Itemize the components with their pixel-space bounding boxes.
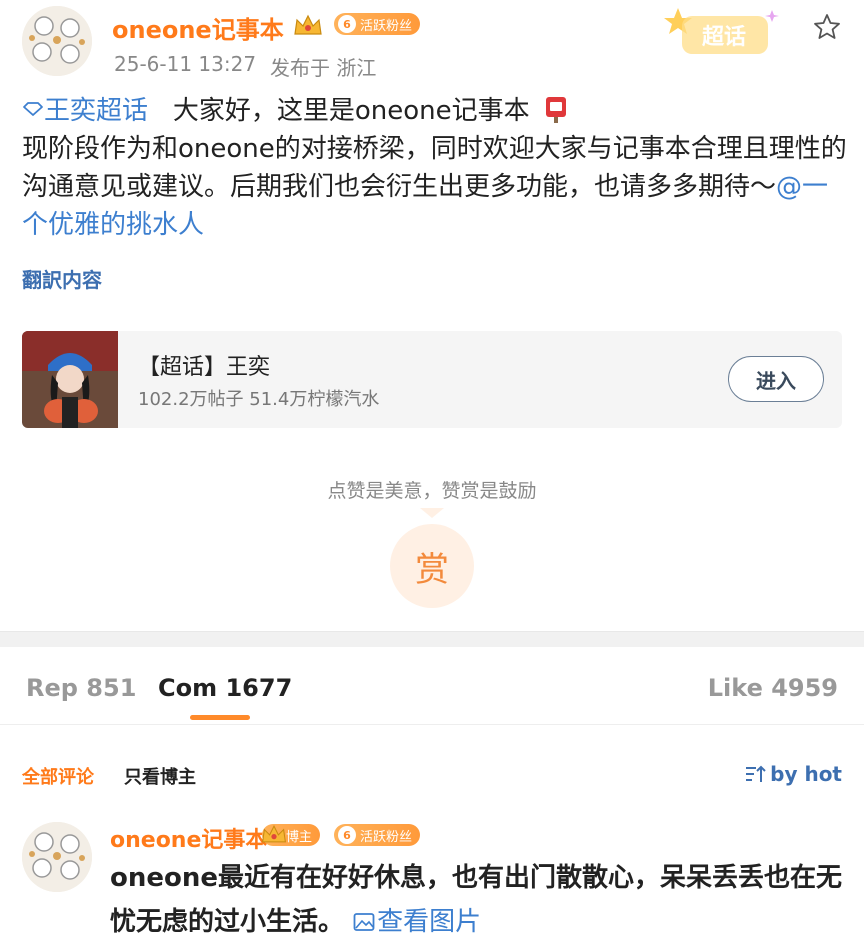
- reward-hint: 点赞是美意，赞赏是鼓励: [327, 480, 537, 502]
- topic-link-label[interactable]: 王奕超话: [44, 96, 148, 126]
- comment-fan-level-number: 6: [338, 826, 356, 844]
- view-picture-link[interactable]: 查看图片: [353, 907, 481, 937]
- comment-author-name[interactable]: oneone记事本: [110, 822, 267, 854]
- tab-likes[interactable]: Like 4959: [708, 674, 838, 702]
- fan-level-number: 6: [338, 15, 356, 33]
- owner-badge-label: 博主: [286, 829, 313, 845]
- supertopic-tag-label: 超话: [702, 25, 746, 50]
- owner-badge: 博主: [262, 824, 321, 846]
- comment-fan-level-badge: 6 活跃粉丝: [334, 824, 421, 846]
- topic-link[interactable]: 王奕超话: [22, 96, 148, 126]
- crown-icon: [262, 824, 286, 843]
- post-body: 王奕超话 大家好，这里是oneone记事本 现阶段作为和oneone的对接桥梁，…: [22, 92, 852, 244]
- tab-comments[interactable]: Com 1677: [158, 674, 292, 702]
- active-tab-indicator: [190, 715, 250, 720]
- crown-icon: [294, 14, 322, 35]
- picture-icon: [353, 913, 375, 931]
- post-line1: 大家好，这里是oneone记事本: [172, 96, 530, 126]
- reward-button[interactable]: 赏: [390, 524, 474, 608]
- sort-button[interactable]: by hot: [744, 762, 842, 786]
- fan-level-label: 活跃粉丝: [360, 18, 413, 34]
- translate-link[interactable]: 翻訳内容: [22, 264, 102, 293]
- comment-fan-level-label: 活跃粉丝: [360, 829, 413, 845]
- fan-level-badge: 6 活跃粉丝: [334, 13, 421, 35]
- comment-body: oneone最近有在好好休息，也有出门散散心，呆呆丢丢也在无忧无虑的过小生活。 …: [110, 856, 850, 944]
- view-picture-label[interactable]: 查看图片: [377, 907, 481, 937]
- post-author-avatar[interactable]: [22, 6, 92, 76]
- section-divider: [0, 631, 864, 647]
- tabs-divider: [0, 724, 864, 725]
- favorite-star-icon[interactable]: [812, 12, 842, 42]
- mailbox-emoji-icon: [545, 97, 566, 123]
- topic-card-title: 【超话】王奕: [138, 355, 271, 380]
- post-location: 发布于 浙江: [270, 56, 377, 80]
- post-body-text: 现阶段作为和oneone的对接桥梁，同时欢迎大家与记事本合理且理性的沟通意见或建…: [22, 134, 847, 202]
- post-timestamp: 25-6-11 13:27: [114, 52, 257, 76]
- sort-icon: [746, 765, 766, 782]
- supertopic-tag[interactable]: 超话: [664, 6, 784, 60]
- diamond-icon: [23, 102, 43, 116]
- enter-topic-button[interactable]: 进入: [728, 356, 824, 402]
- post-author-name[interactable]: oneone记事本: [112, 10, 284, 45]
- topic-thumbnail: [22, 331, 118, 428]
- tab-reposts[interactable]: Rep 851: [26, 674, 136, 702]
- filter-all-comments[interactable]: 全部评论: [22, 763, 94, 789]
- supertopic-card[interactable]: 【超话】王奕 102.2万帖子 51.4万柠檬汽水 进入: [22, 331, 842, 428]
- comment-author-avatar[interactable]: [22, 822, 92, 892]
- filter-op-only[interactable]: 只看博主: [124, 763, 196, 789]
- sort-label[interactable]: by hot: [770, 762, 842, 786]
- reward-pointer-icon: [420, 508, 444, 518]
- topic-card-stats: 102.2万帖子 51.4万柠檬汽水: [138, 389, 380, 410]
